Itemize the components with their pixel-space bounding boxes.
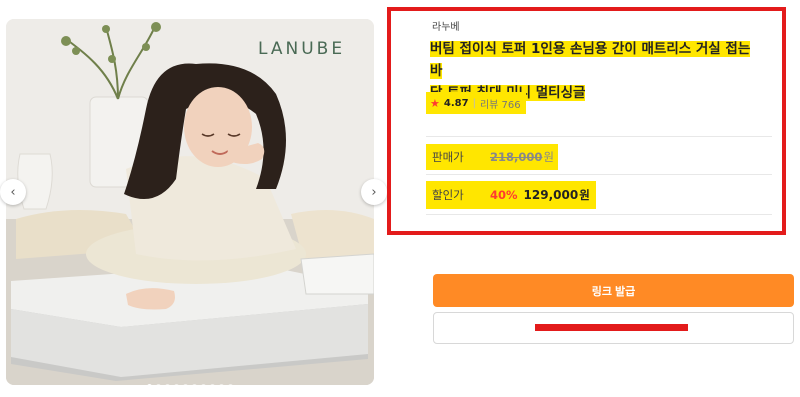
sale-price-label: 판매가 bbox=[432, 150, 464, 164]
carousel-dot[interactable] bbox=[174, 384, 179, 385]
brand-logo: LANUBE bbox=[258, 39, 346, 59]
carousel-prev-button[interactable]: ‹ bbox=[0, 179, 26, 205]
review-count: 리뷰 766 bbox=[479, 99, 521, 111]
redaction-mark bbox=[535, 324, 688, 331]
rating-separator: | bbox=[472, 97, 476, 109]
carousel-dots[interactable] bbox=[6, 384, 374, 385]
divider bbox=[426, 136, 772, 137]
discount-price-label: 할인가 bbox=[432, 188, 464, 202]
carousel-dot[interactable] bbox=[156, 384, 161, 385]
divider bbox=[426, 214, 772, 215]
product-title-line1: 버팀 접이식 토퍼 1인용 손님용 간이 매트리스 거실 접는 바 bbox=[430, 41, 751, 79]
final-price: 129,000 bbox=[523, 188, 579, 202]
carousel-dot[interactable] bbox=[192, 384, 197, 385]
discount-rate: 40% bbox=[490, 188, 518, 202]
currency-unit: 원 bbox=[579, 188, 590, 202]
rating-summary[interactable]: ★ 4.87 | 리뷰 766 bbox=[426, 92, 526, 114]
currency-unit: 원 bbox=[543, 150, 554, 164]
original-price: 218,000 bbox=[490, 150, 543, 164]
carousel-dot[interactable] bbox=[219, 384, 224, 385]
product-photo bbox=[6, 19, 374, 385]
star-icon: ★ bbox=[430, 96, 440, 110]
carousel-dot[interactable] bbox=[201, 384, 206, 385]
discount-price-row: 할인가 40% 129,000 원 bbox=[426, 181, 596, 209]
carousel-dot[interactable] bbox=[228, 384, 233, 385]
seller-name[interactable]: 라누베 bbox=[432, 18, 460, 33]
chevron-left-icon: ‹ bbox=[10, 184, 16, 200]
carousel-dot[interactable] bbox=[210, 384, 215, 385]
carousel-dot[interactable] bbox=[147, 384, 152, 385]
product-image-gallery[interactable]: LANUBE bbox=[6, 19, 374, 385]
carousel-next-button[interactable]: › bbox=[361, 179, 387, 205]
chevron-right-icon: › bbox=[371, 184, 377, 200]
issue-link-button[interactable]: 링크 발급 bbox=[433, 274, 794, 307]
carousel-dot[interactable] bbox=[165, 384, 170, 385]
rating-value: 4.87 bbox=[443, 97, 469, 109]
divider bbox=[426, 174, 772, 175]
carousel-dot[interactable] bbox=[183, 384, 188, 385]
sale-price-row: 판매가 218,000 원 bbox=[426, 143, 558, 171]
